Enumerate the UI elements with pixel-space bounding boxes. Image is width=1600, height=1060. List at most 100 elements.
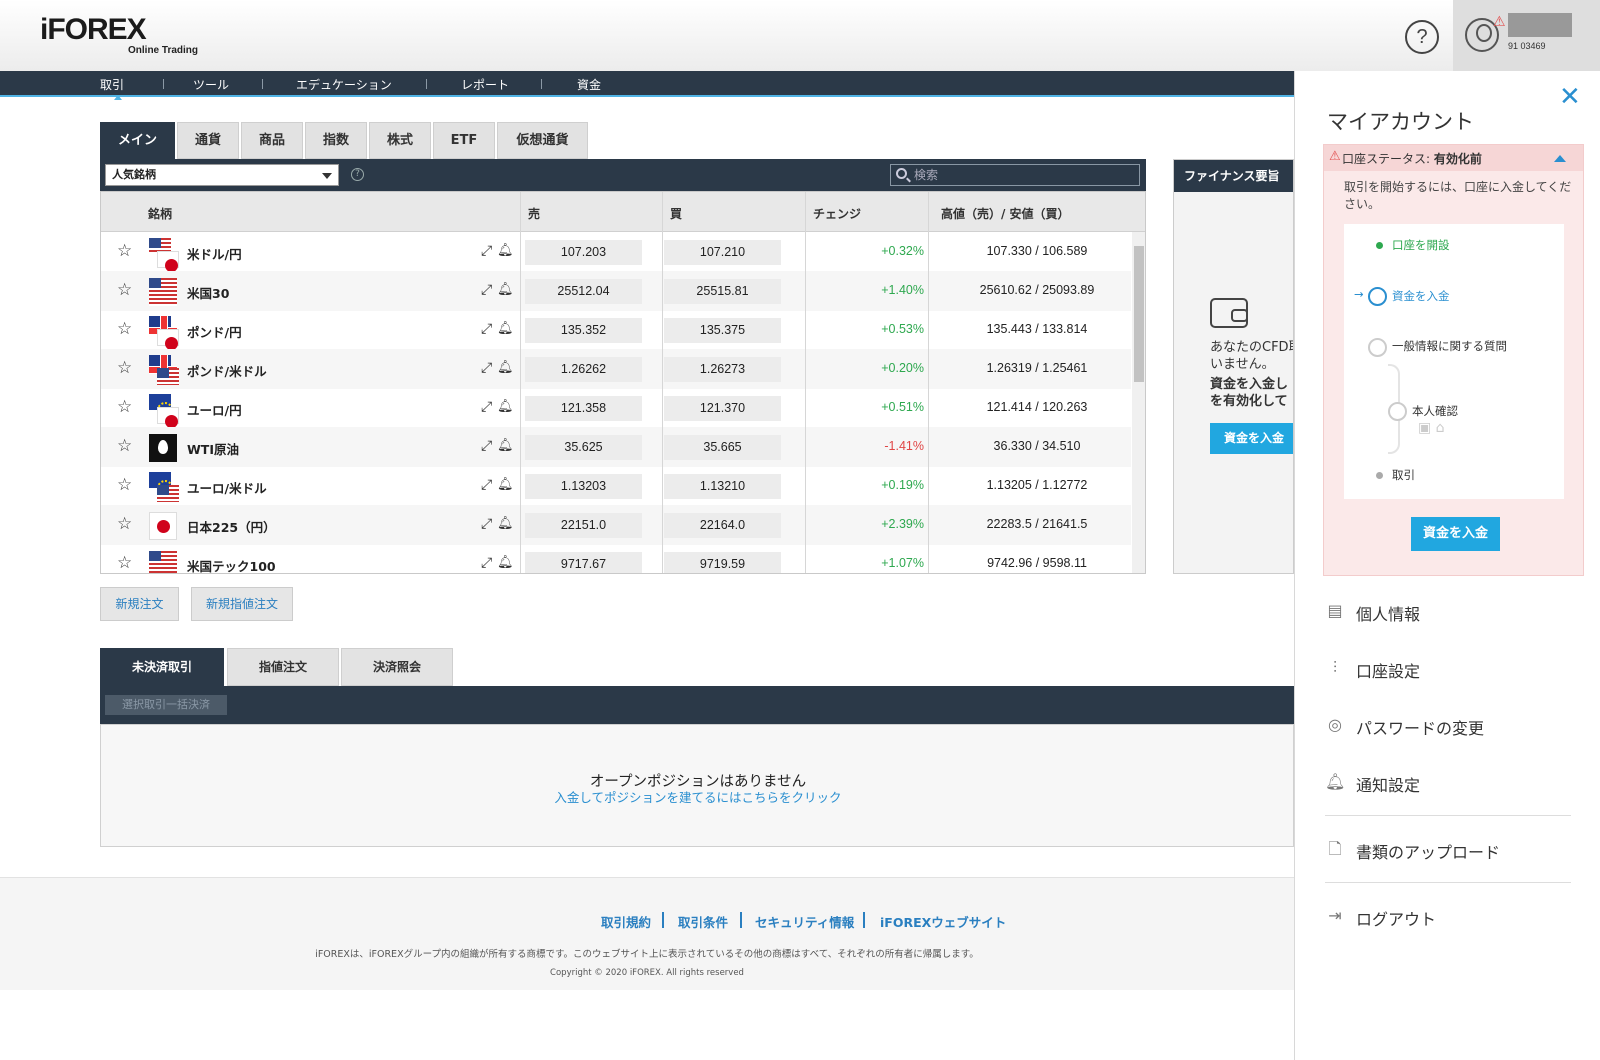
nav-reports[interactable]: レポート (461, 76, 509, 93)
table-row[interactable]: ☆ ポンド/米ドル ⤢ 🔔︎ 1.26262 1.26273 +0.20% 1.26319 /… (101, 349, 1131, 389)
sell-price[interactable]: 1.13203 (525, 474, 642, 499)
table-row[interactable]: ☆ 米ドル/円 ⤢ 🔔︎ 107.203 107.210 +0.32% 107.330 / 1… (101, 232, 1131, 272)
bell-icon[interactable]: 🔔︎ (497, 282, 514, 297)
instrument-name[interactable]: ユーロ/米ドル (187, 478, 267, 497)
user-menu[interactable]: ⚠ 91 03469 (1453, 0, 1600, 71)
tab-open-positions[interactable]: 未決済取引 (100, 648, 224, 686)
buy-price[interactable]: 25515.81 (664, 279, 781, 304)
chart-expand-icon[interactable]: ⤢ (481, 282, 492, 298)
help-icon[interactable]: ? (1405, 20, 1439, 54)
sell-price[interactable]: 25512.04 (525, 279, 642, 304)
search-input[interactable]: 検索 (890, 164, 1140, 186)
star-icon[interactable]: ☆ (117, 514, 132, 534)
scrollbar-thumb[interactable] (1134, 246, 1144, 382)
tab-commodities[interactable]: 商品 (241, 122, 303, 159)
tab-indices[interactable]: 指数 (305, 122, 367, 159)
chart-expand-icon[interactable]: ⤢ (481, 477, 492, 493)
help-icon[interactable]: ? (351, 168, 364, 181)
tab-currency[interactable]: 通貨 (177, 122, 239, 159)
star-icon[interactable]: ☆ (117, 475, 132, 495)
footer-link-security[interactable]: セキュリティ情報 (755, 912, 854, 931)
buy-price[interactable]: 135.375 (664, 318, 781, 343)
table-row[interactable]: ☆ ユーロ/米ドル ⤢ 🔔︎ 1.13203 1.13210 +0.19% 1.13205 /… (101, 466, 1131, 506)
deposit-button[interactable]: 資金を入金 (1411, 517, 1500, 551)
tab-closed-trades[interactable]: 決済照会 (341, 648, 453, 686)
buy-price[interactable]: 107.210 (664, 240, 781, 265)
nav-funds[interactable]: 資金 (577, 76, 601, 93)
new-limit-order-button[interactable]: 新規指値注文 (191, 587, 293, 621)
bell-icon[interactable]: 🔔︎ (497, 516, 514, 531)
table-row[interactable]: ☆ 米国テック100 ⤢ 🔔︎ 9717.67 9719.59 +1.07% 9742.96 … (101, 544, 1131, 573)
chart-expand-icon[interactable]: ⤢ (481, 321, 492, 337)
sell-price[interactable]: 135.352 (525, 318, 642, 343)
buy-price[interactable]: 1.13210 (664, 474, 781, 499)
nav-tools[interactable]: ツール (193, 76, 229, 93)
table-scrollbar[interactable] (1132, 232, 1145, 573)
star-icon[interactable]: ☆ (117, 553, 132, 573)
bell-icon[interactable]: 🔔︎ (497, 321, 514, 336)
bulk-close-button[interactable]: 選択取引一括決済 (105, 695, 227, 715)
tab-main[interactable]: メイン (100, 122, 175, 159)
star-icon[interactable]: ☆ (117, 241, 132, 261)
tab-stocks[interactable]: 株式 (369, 122, 431, 159)
deposit-link[interactable]: 入金してポジションを建てるにはこちらをクリック (101, 787, 1295, 806)
user-name-redacted (1508, 13, 1572, 37)
chart-expand-icon[interactable]: ⤢ (481, 243, 492, 259)
star-icon[interactable]: ☆ (117, 280, 132, 300)
table-row[interactable]: ☆ 日本225（円） ⤢ 🔔︎ 22151.0 22164.0 +2.39% 22283.5 … (101, 505, 1131, 545)
footer-link-terms[interactable]: 取引規約 (601, 912, 651, 931)
iforex-logo[interactable]: iFOREX Online Trading (40, 14, 198, 57)
chart-expand-icon[interactable]: ⤢ (481, 360, 492, 376)
chart-expand-icon[interactable]: ⤢ (481, 438, 492, 454)
tab-limit-orders[interactable]: 指値注文 (227, 648, 339, 686)
footer-link-conditions[interactable]: 取引条件 (678, 912, 728, 931)
instrument-name[interactable]: ポンド/米ドル (187, 361, 267, 380)
table-row[interactable]: ☆ 米国30 ⤢ 🔔︎ 25512.04 25515.81 +1.40% 25610.62 /… (101, 271, 1131, 311)
instrument-name[interactable]: ユーロ/円 (187, 400, 242, 419)
table-row[interactable]: ☆ ポンド/円 ⤢ 🔔︎ 135.352 135.375 +0.53% 135.443 / 1… (101, 310, 1131, 350)
instrument-name[interactable]: 米国30 (187, 283, 229, 302)
star-icon[interactable]: ☆ (117, 358, 132, 378)
step-deposit[interactable]: 資金を入金 (1392, 288, 1450, 304)
table-row[interactable]: ☆ WTI原油 ⤢ 🔔︎ 35.625 35.665 -1.41% 36.330 / 34.5… (101, 427, 1131, 467)
instrument-name[interactable]: 米ドル/円 (187, 244, 242, 263)
chart-expand-icon[interactable]: ⤢ (481, 516, 492, 532)
bell-icon[interactable]: 🔔︎ (497, 555, 514, 570)
table-row[interactable]: ☆ ユーロ/円 ⤢ 🔔︎ 121.358 121.370 +0.51% 121.414 / 1… (101, 388, 1131, 428)
bell-icon[interactable]: 🔔︎ (497, 399, 514, 414)
bell-icon[interactable]: 🔔︎ (497, 243, 514, 258)
finance-deposit-button[interactable]: 資金を入金 (1210, 423, 1293, 454)
instrument-name[interactable]: 米国テック100 (187, 556, 276, 573)
chart-expand-icon[interactable]: ⤢ (481, 555, 492, 571)
footer-link-website[interactable]: iFOREXウェブサイト (880, 912, 1006, 931)
buy-price[interactable]: 1.26273 (664, 357, 781, 382)
status-header[interactable]: ⚠ 口座ステータス: 有効化前 (1324, 145, 1583, 171)
bell-icon[interactable]: 🔔︎ (497, 438, 514, 453)
bell-icon[interactable]: 🔔︎ (497, 360, 514, 375)
nav-education[interactable]: エデュケーション (296, 76, 392, 93)
sell-price[interactable]: 22151.0 (525, 513, 642, 538)
instrument-name[interactable]: 日本225（円） (187, 517, 276, 536)
star-icon[interactable]: ☆ (117, 319, 132, 339)
star-icon[interactable]: ☆ (117, 397, 132, 417)
tab-etf[interactable]: ETF (433, 122, 495, 159)
sell-price[interactable]: 107.203 (525, 240, 642, 265)
buy-price[interactable]: 9719.59 (664, 552, 781, 573)
buy-price[interactable]: 22164.0 (664, 513, 781, 538)
sell-price[interactable]: 121.358 (525, 396, 642, 421)
instrument-name[interactable]: WTI原油 (187, 439, 239, 458)
star-icon[interactable]: ☆ (117, 436, 132, 456)
chart-expand-icon[interactable]: ⤢ (481, 399, 492, 415)
nav-trade[interactable]: 取引 (100, 76, 124, 100)
sell-price[interactable]: 35.625 (525, 435, 642, 460)
instrument-name[interactable]: ポンド/円 (187, 322, 242, 341)
buy-price[interactable]: 35.665 (664, 435, 781, 460)
instrument-list-select[interactable]: 人気銘柄 (105, 164, 339, 186)
close-icon[interactable]: ✕ (1559, 81, 1581, 112)
new-order-button[interactable]: 新規注文 (100, 587, 179, 621)
bell-icon[interactable]: 🔔︎ (497, 477, 514, 492)
sell-price[interactable]: 1.26262 (525, 357, 642, 382)
sell-price[interactable]: 9717.67 (525, 552, 642, 573)
tab-crypto[interactable]: 仮想通貨 (497, 122, 588, 159)
buy-price[interactable]: 121.370 (664, 396, 781, 421)
